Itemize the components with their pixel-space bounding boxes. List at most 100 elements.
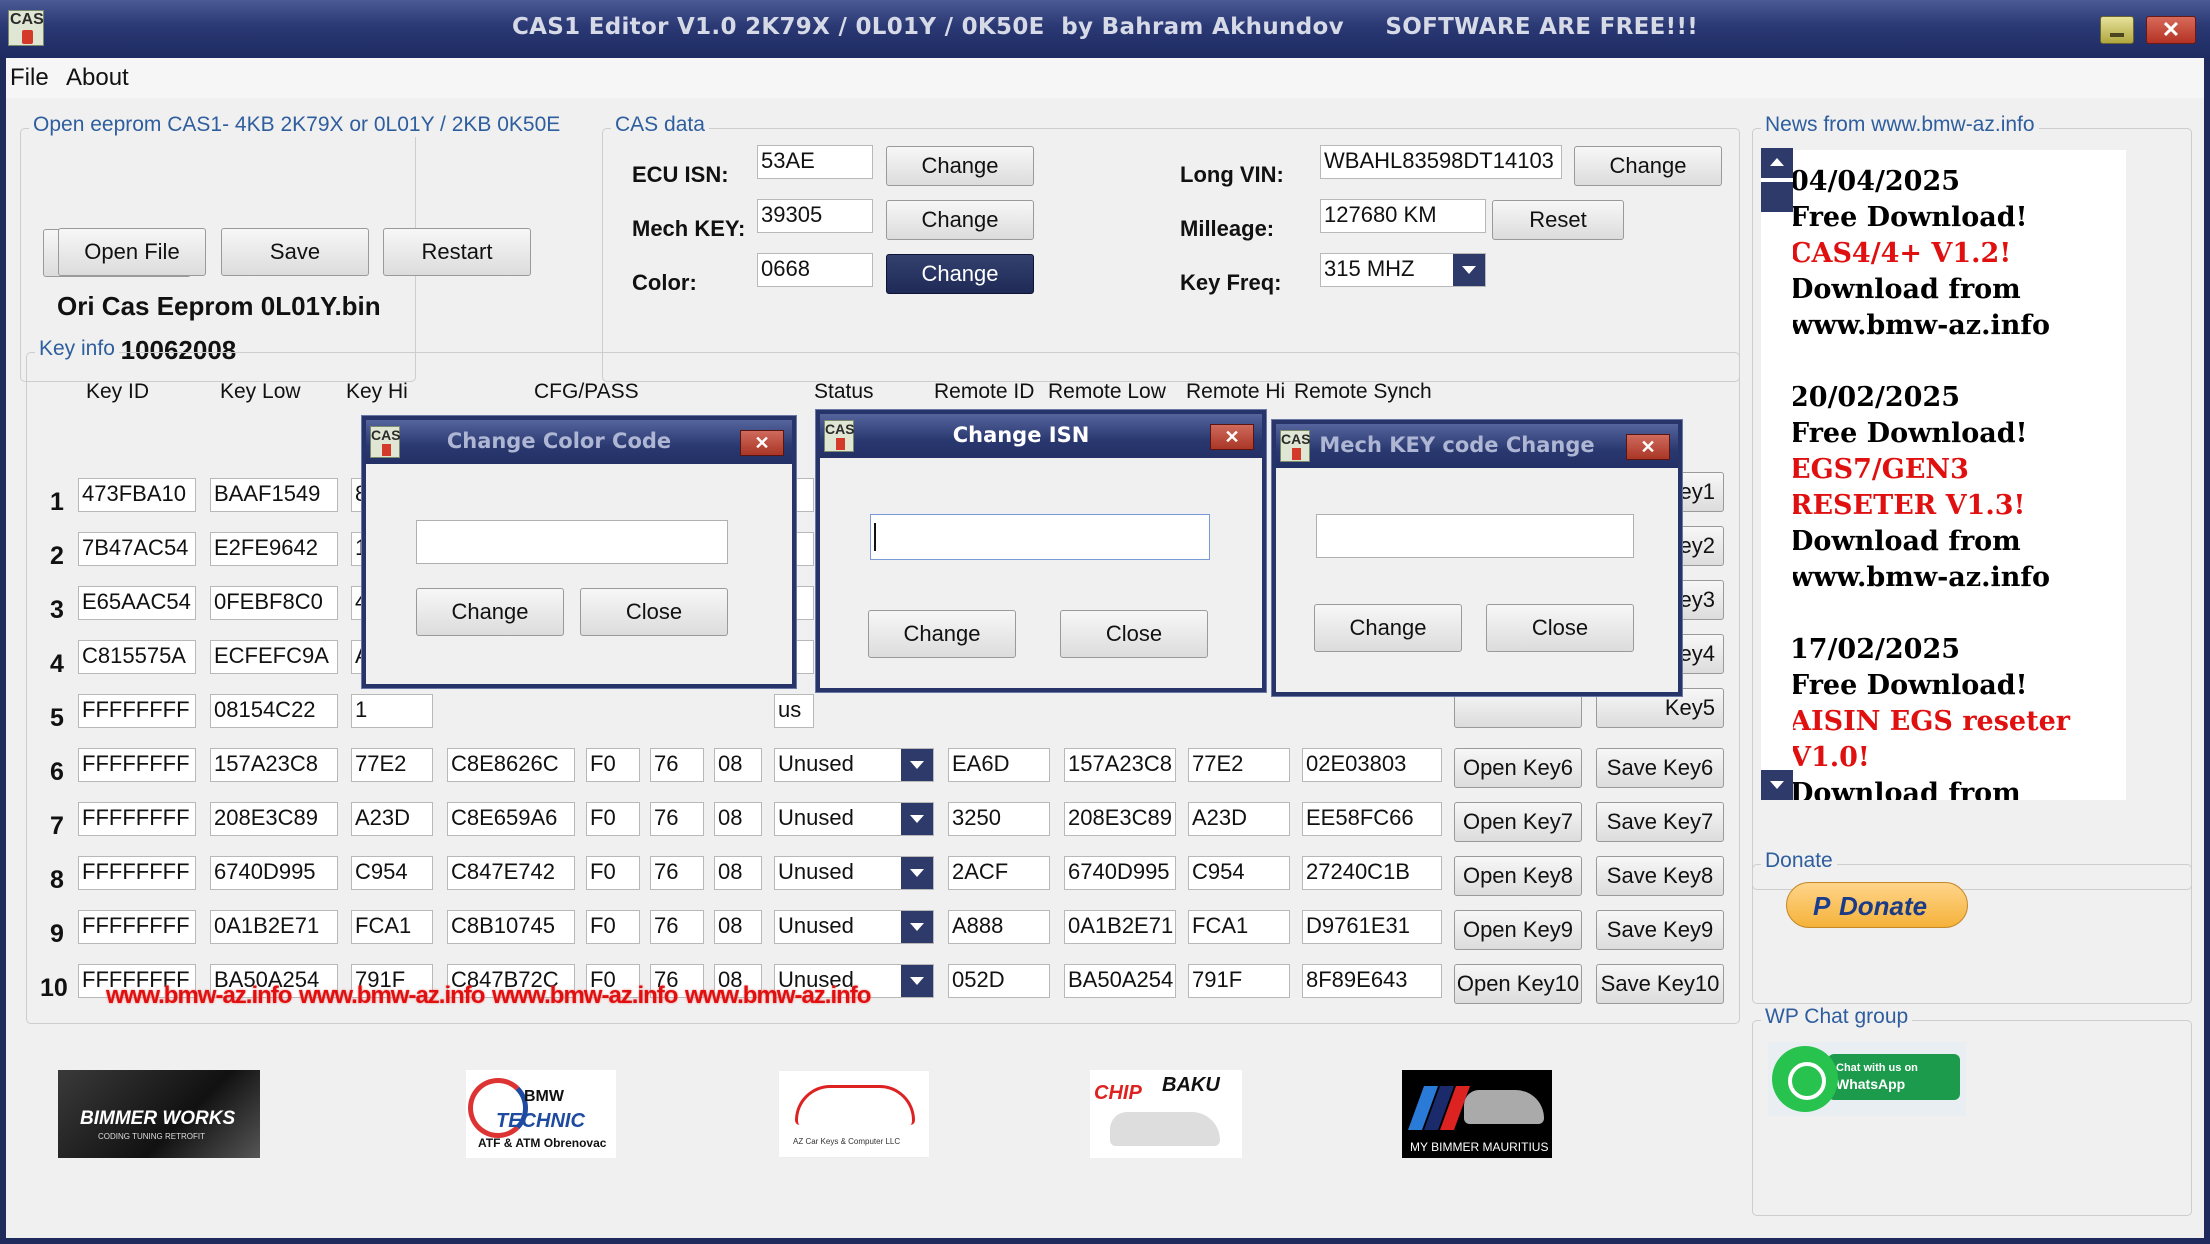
key-low-field[interactable]: 08154C22	[210, 694, 338, 728]
key-low-field[interactable]: ECFEFC9A	[210, 640, 338, 674]
remote-hi-field[interactable]: 791F	[1188, 964, 1290, 998]
open-key-button[interactable]: Open Key6	[1454, 748, 1582, 788]
restart-button[interactable]: Restart	[383, 228, 531, 276]
key-low-field[interactable]: 208E3C89	[210, 802, 338, 836]
chevron-down-icon[interactable]	[901, 749, 933, 781]
key-hi-field[interactable]: 1	[351, 694, 433, 728]
key-low-field[interactable]: 157A23C8	[210, 748, 338, 782]
key-hi-field[interactable]: 77E2	[351, 748, 433, 782]
open-key-button[interactable]: Open Key10	[1454, 964, 1582, 1004]
cfg-byte-1[interactable]: F0	[586, 856, 640, 890]
save-key-button[interactable]: Save Key8	[1596, 856, 1724, 896]
key-low-field[interactable]: 0A1B2E71	[210, 910, 338, 944]
chevron-down-icon[interactable]	[1761, 770, 1793, 800]
isn-input[interactable]	[870, 514, 1210, 560]
color-dialog-close-button[interactable]: Close	[580, 588, 728, 636]
key-hi-field[interactable]: FCA1	[351, 910, 433, 944]
chevron-down-icon[interactable]	[901, 965, 933, 997]
remote-low-field[interactable]: 0A1B2E71	[1064, 910, 1176, 944]
key-id-field[interactable]: FFFFFFFF	[78, 694, 196, 728]
key-status-partial[interactable]: us	[774, 694, 814, 728]
cfg-byte-3[interactable]: 08	[714, 802, 762, 836]
save-key-button[interactable]: Save Key6	[1596, 748, 1724, 788]
az-car-keys-logo[interactable]: AZ Car Keys & Computer LLC	[778, 1070, 930, 1158]
change-color-dialog-titlebar[interactable]: CAS Change Color Code ✕	[366, 420, 792, 464]
chevron-down-icon[interactable]	[901, 803, 933, 835]
ecu-isn-field[interactable]: 53AE	[757, 145, 873, 179]
change-isn-button[interactable]: Change	[886, 146, 1034, 186]
cfg-byte-1[interactable]: F0	[586, 910, 640, 944]
color-code-input[interactable]	[416, 520, 728, 564]
key-id-field[interactable]: E65AAC54	[78, 586, 196, 620]
mileage-field[interactable]: 127680 KM	[1320, 199, 1486, 233]
remote-id-field[interactable]: 052D	[948, 964, 1050, 998]
cfg-pass-field[interactable]: C8B10745	[447, 910, 575, 944]
reset-mileage-button[interactable]: Reset	[1492, 200, 1624, 240]
remote-low-field[interactable]: 208E3C89	[1064, 802, 1176, 836]
key-low-field[interactable]: 0FEBF8C0	[210, 586, 338, 620]
remote-hi-field[interactable]: 77E2	[1188, 748, 1290, 782]
site-link-3[interactable]: www.bmw-az.info	[492, 982, 678, 1010]
open-key-button[interactable]: Open Key8	[1454, 856, 1582, 896]
cfg-pass-field[interactable]: C8E8626C	[447, 748, 575, 782]
key-status-select[interactable]: Unused	[774, 802, 934, 836]
remote-id-field[interactable]: 2ACF	[948, 856, 1050, 890]
cfg-byte-2[interactable]: 76	[650, 910, 704, 944]
bimmer-works-logo[interactable]: BIMMER WORKS CODING TUNING RETROFIT	[58, 1070, 260, 1158]
title-bar[interactable]: CAS CAS1 Editor V1.0 2K79X / 0L01Y / 0K5…	[0, 0, 2210, 58]
remote-synch-field[interactable]: EE58FC66	[1302, 802, 1442, 836]
cfg-byte-3[interactable]: 08	[714, 856, 762, 890]
key-status-select[interactable]: Unused	[774, 910, 934, 944]
remote-id-field[interactable]: 3250	[948, 802, 1050, 836]
remote-hi-field[interactable]: C954	[1188, 856, 1290, 890]
remote-id-field[interactable]: EA6D	[948, 748, 1050, 782]
chevron-up-icon[interactable]	[1761, 148, 1793, 178]
cfg-pass-field[interactable]: C8E659A6	[447, 802, 575, 836]
key-id-field[interactable]: 7B47AC54	[78, 532, 196, 566]
key-id-field[interactable]: 473FBA10	[78, 478, 196, 512]
remote-synch-field[interactable]: 8F89E643	[1302, 964, 1442, 998]
key-low-field[interactable]: 6740D995	[210, 856, 338, 890]
long-vin-field[interactable]: WBAHL83598DT14103	[1320, 145, 1562, 179]
mech-key-field[interactable]: 39305	[757, 199, 873, 233]
chevron-down-icon[interactable]	[901, 857, 933, 889]
my-bimmer-mauritius-logo[interactable]: MY BIMMER MAURITIUS	[1402, 1070, 1552, 1158]
close-icon[interactable]: ✕	[740, 430, 784, 456]
mech-dialog-change-button[interactable]: Change	[1314, 604, 1462, 652]
cfg-byte-2[interactable]: 76	[650, 856, 704, 890]
isn-dialog-change-button[interactable]: Change	[868, 610, 1016, 658]
cfg-byte-3[interactable]: 08	[714, 910, 762, 944]
cfg-byte-2[interactable]: 76	[650, 802, 704, 836]
open-file-button-main[interactable]: Open File	[58, 228, 206, 276]
chip-baku-logo[interactable]: CHIP BAKU	[1090, 1070, 1242, 1158]
site-link-2[interactable]: www.bmw-az.info	[299, 982, 485, 1010]
chevron-down-icon[interactable]	[901, 911, 933, 943]
close-window-button[interactable]: ✕	[2146, 16, 2196, 44]
cfg-byte-2[interactable]: 76	[650, 748, 704, 782]
cfg-pass-field[interactable]: C847E742	[447, 856, 575, 890]
site-link-4[interactable]: www.bmw-az.info	[685, 982, 871, 1010]
open-key-button[interactable]: Open Key9	[1454, 910, 1582, 950]
color-dialog-change-button[interactable]: Change	[416, 588, 564, 636]
remote-low-field[interactable]: 157A23C8	[1064, 748, 1176, 782]
key-id-field[interactable]: C815575A	[78, 640, 196, 674]
donate-button[interactable]: P Donate	[1786, 882, 1968, 928]
news-scrollbar[interactable]	[1761, 148, 1793, 800]
cfg-byte-3[interactable]: 08	[714, 748, 762, 782]
minimize-button[interactable]	[2100, 16, 2134, 44]
cfg-byte-1[interactable]: F0	[586, 748, 640, 782]
save-button[interactable]: Save	[221, 228, 369, 276]
cfg-byte-1[interactable]: F0	[586, 802, 640, 836]
menu-about[interactable]: About	[66, 64, 129, 92]
remote-synch-field[interactable]: D9761E31	[1302, 910, 1442, 944]
remote-low-field[interactable]: 6740D995	[1064, 856, 1176, 890]
key-id-field[interactable]: FFFFFFFF	[78, 748, 196, 782]
key-status-select[interactable]: Unused	[774, 748, 934, 782]
open-key-button[interactable]: Open Key7	[1454, 802, 1582, 842]
save-key-button[interactable]: Save Key7	[1596, 802, 1724, 842]
whatsapp-chat-button[interactable]: Chat with us on WhatsApp	[1768, 1042, 1966, 1116]
chevron-down-icon[interactable]	[1453, 254, 1485, 286]
change-vin-button[interactable]: Change	[1574, 146, 1722, 186]
key-low-field[interactable]: BAAF1549	[210, 478, 338, 512]
remote-hi-field[interactable]: FCA1	[1188, 910, 1290, 944]
